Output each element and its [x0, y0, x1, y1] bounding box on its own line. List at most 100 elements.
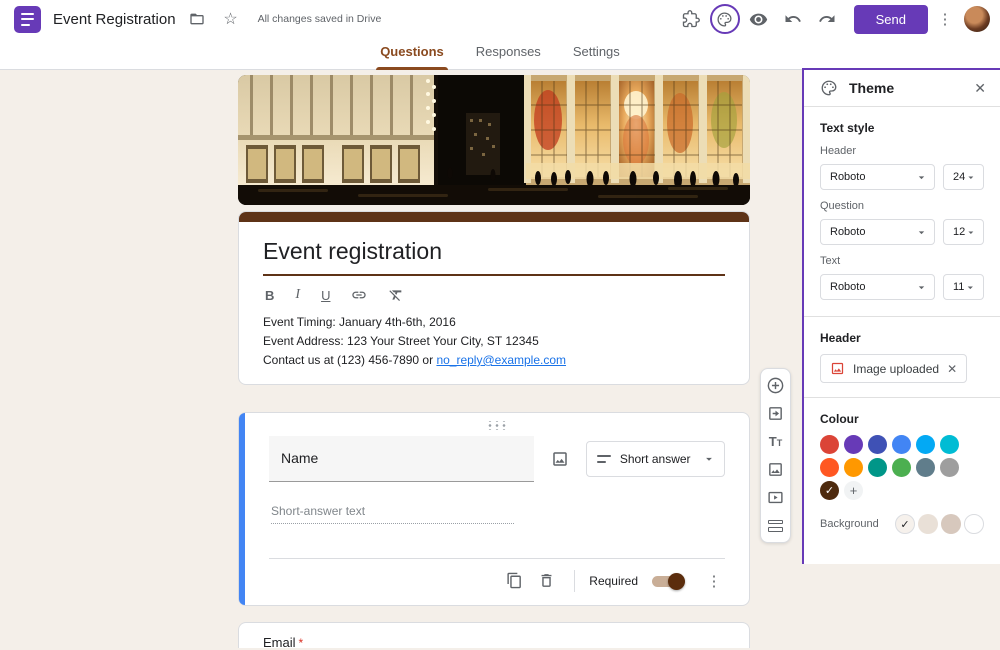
background-swatch-selected[interactable]: ✓ [895, 514, 915, 534]
colour-swatch-purple[interactable] [844, 435, 863, 454]
app-header: Event Registration ☆ All changes saved i… [0, 0, 1000, 70]
form-title[interactable]: Event registration [263, 238, 725, 265]
chevron-down-icon [915, 226, 928, 239]
chevron-down-icon [915, 281, 928, 294]
undo-icon[interactable] [778, 4, 808, 34]
colour-swatch-grey[interactable] [940, 458, 959, 477]
colour-swatch-green[interactable] [892, 458, 911, 477]
document-title[interactable]: Event Registration [53, 11, 176, 28]
add-video-icon[interactable] [766, 488, 786, 507]
form-description[interactable]: Event Timing: January 4th-6th, 2016 Even… [263, 313, 725, 370]
drag-handle[interactable] [486, 421, 508, 430]
header-font-family-select[interactable]: Roboto [820, 164, 935, 190]
background-swatch-white[interactable] [964, 514, 984, 534]
underline-button[interactable]: U [321, 288, 330, 303]
description-line: Contact us at (123) 456-7890 or no_reply… [263, 351, 725, 370]
star-icon[interactable]: ☆ [218, 6, 244, 32]
add-section-icon[interactable] [766, 516, 786, 535]
header-image-section: Header Image uploaded ✕ [804, 317, 1000, 383]
tab-settings[interactable]: Settings [561, 38, 632, 70]
colour-swatch-deep-orange[interactable] [820, 458, 839, 477]
add-ons-icon[interactable] [676, 4, 706, 34]
tab-questions[interactable]: Questions [368, 38, 456, 70]
move-to-folder-icon[interactable] [184, 6, 210, 32]
topbar: Event Registration ☆ All changes saved i… [0, 0, 1000, 38]
account-avatar[interactable] [964, 6, 990, 32]
text-font-size-select[interactable]: 11 [943, 274, 984, 300]
question-font-size-select[interactable]: 12 [943, 219, 984, 245]
send-button[interactable]: Send [854, 5, 928, 34]
title-underline [263, 274, 725, 276]
form-title-card: Event registration B I U Event Timing: J… [238, 211, 750, 385]
add-image-icon[interactable] [766, 460, 786, 479]
question-card-email[interactable]: Email* [238, 622, 750, 648]
colour-swatch-red[interactable] [820, 435, 839, 454]
theme-accent-bar [239, 212, 749, 222]
header-photo-lincoln-center [238, 75, 750, 205]
image-uploaded-label: Image uploaded [853, 362, 939, 376]
text-font-label: Text [820, 255, 984, 267]
delete-question-icon[interactable] [532, 567, 560, 595]
chevron-down-icon [965, 171, 977, 184]
colour-swatch-indigo[interactable] [868, 435, 887, 454]
contact-email-link[interactable]: no_reply@example.com [436, 353, 566, 367]
duplicate-question-icon[interactable] [500, 567, 528, 595]
text-font-family-select[interactable]: Roboto [820, 274, 935, 300]
customize-theme-icon[interactable] [710, 4, 740, 34]
bold-button[interactable]: B [265, 288, 274, 303]
colour-swatch-teal[interactable] [868, 458, 887, 477]
form-tabs: Questions Responses Settings [0, 38, 1000, 70]
question-type-label: Short answer [620, 452, 702, 466]
question-footer: Required ⋮ [269, 558, 725, 595]
colour-swatch-blue-grey[interactable] [916, 458, 935, 477]
background-row: Background ✓ [820, 514, 984, 534]
header-font-size-select[interactable]: 24 [943, 164, 984, 190]
clear-formatting-icon[interactable] [388, 287, 404, 303]
chevron-down-icon [964, 281, 977, 294]
colour-swatch-brown-selected[interactable]: ✓ [820, 481, 839, 500]
text-style-section: Text style Header Roboto 24 Question Rob… [804, 107, 1000, 300]
tab-responses[interactable]: Responses [464, 38, 553, 70]
text-style-heading: Text style [820, 121, 984, 135]
description-line: Event Timing: January 4th-6th, 2016 [263, 313, 725, 332]
footer-divider [574, 570, 575, 592]
colour-swatch-cyan[interactable] [940, 435, 959, 454]
header-section-heading: Header [820, 331, 984, 345]
theme-panel-header: Theme ✕ [804, 70, 1000, 106]
image-uploaded-chip[interactable]: Image uploaded ✕ [820, 354, 967, 383]
form-column: Event registration B I U Event Timing: J… [238, 75, 750, 648]
required-asterisk: * [299, 636, 304, 650]
required-toggle[interactable] [652, 574, 685, 588]
colour-swatch-blue[interactable] [892, 435, 911, 454]
redo-icon[interactable] [812, 4, 842, 34]
add-image-to-question-icon[interactable] [548, 446, 572, 472]
close-icon[interactable]: ✕ [974, 80, 986, 97]
forms-logo-icon[interactable] [14, 6, 41, 33]
background-swatch-light[interactable] [918, 514, 938, 534]
header-font-label: Header [820, 145, 984, 157]
preview-icon[interactable] [744, 4, 774, 34]
colour-swatch-light-blue[interactable] [916, 435, 935, 454]
add-custom-colour-button[interactable]: + [844, 481, 863, 500]
question-title-input[interactable]: Name [269, 436, 534, 482]
text-format-toolbar: B I U [265, 287, 725, 303]
question-title: Email [263, 635, 296, 650]
remove-image-icon[interactable]: ✕ [947, 362, 957, 376]
add-title-icon[interactable]: TT [766, 432, 786, 451]
question-font-family-select[interactable]: Roboto [820, 219, 935, 245]
background-label: Background [820, 518, 892, 530]
save-status: All changes saved in Drive [258, 13, 382, 25]
form-header-image[interactable] [238, 75, 750, 205]
insert-link-icon[interactable] [351, 287, 367, 303]
theme-panel-title: Theme [849, 80, 974, 96]
import-questions-icon[interactable] [766, 404, 786, 423]
background-swatch-dark[interactable] [941, 514, 961, 534]
colour-swatch-orange[interactable] [844, 458, 863, 477]
question-more-options-icon[interactable]: ⋮ [703, 572, 725, 590]
add-question-icon[interactable] [766, 376, 786, 395]
palette-icon [820, 79, 838, 97]
question-card-name[interactable]: Name Short answer Short-answer text [238, 412, 750, 606]
question-type-dropdown[interactable]: Short answer [586, 441, 725, 477]
more-options-icon[interactable]: ⋮ [934, 10, 956, 28]
italic-button[interactable]: I [295, 287, 300, 303]
